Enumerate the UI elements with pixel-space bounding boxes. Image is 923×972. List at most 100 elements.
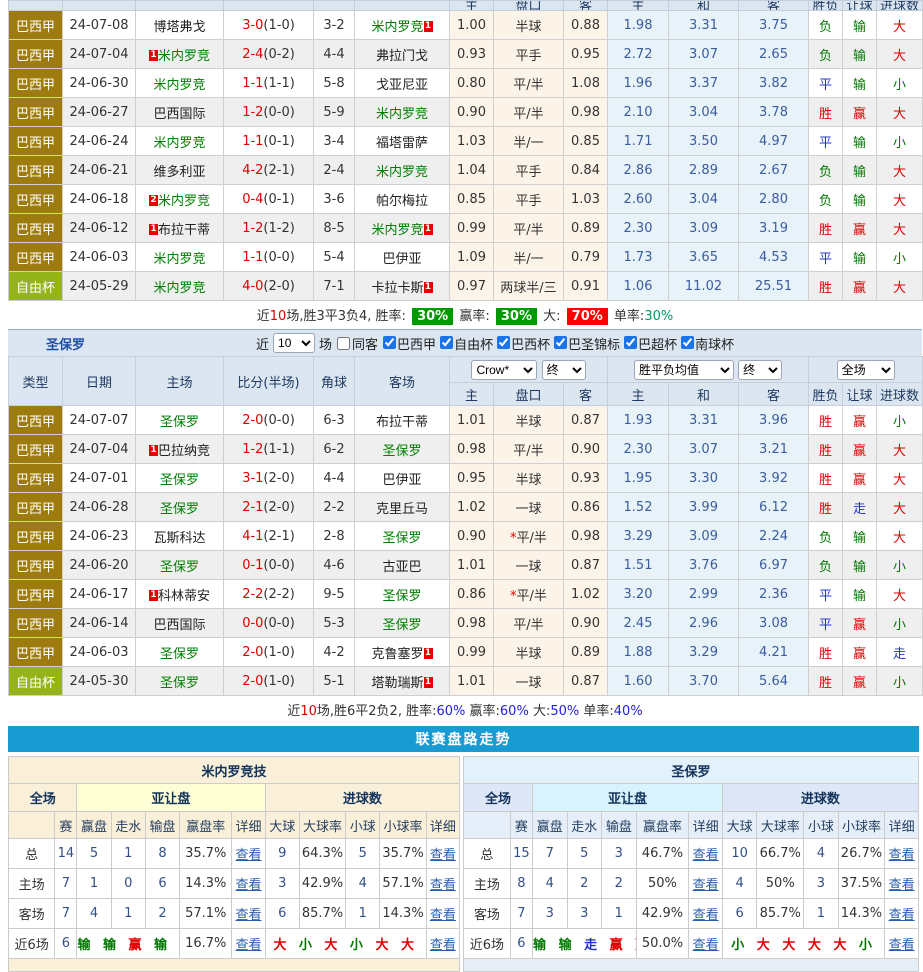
view-link[interactable]: 查看 xyxy=(236,938,262,953)
halftime-score: (0-0) xyxy=(263,104,295,120)
view-link[interactable]: 查看 xyxy=(889,848,915,863)
home-team-cell: 圣保罗 xyxy=(135,463,224,493)
trend-mark: 大 xyxy=(799,938,825,953)
ah-home-odds: 1.00 xyxy=(449,10,494,40)
result-handicap: 输 xyxy=(842,126,877,156)
result-wdl: 胜 xyxy=(808,97,843,127)
league-checkbox-巴西杯[interactable] xyxy=(497,335,511,349)
view-link[interactable]: 查看 xyxy=(693,938,719,953)
ah-away-odds: 0.90 xyxy=(562,608,609,638)
last6-goals-seq: 小 大 大 大 大 小 xyxy=(721,928,886,959)
score-cell: 0-4(0-1) xyxy=(223,184,314,214)
group-scope: 全场 xyxy=(7,783,78,812)
date-cell: 24-06-03 xyxy=(62,637,136,667)
halftime-score: (2-1) xyxy=(263,528,295,544)
star-mark: * xyxy=(510,588,517,604)
corners-cell: 3-4 xyxy=(313,126,355,156)
avg-stage-select[interactable]: 终 xyxy=(738,359,783,380)
view-link[interactable]: 查看 xyxy=(693,878,719,893)
clipped-header-cell: 客 xyxy=(738,0,809,11)
result-handicap: 赢 xyxy=(842,666,878,696)
ah-home-odds: 1.01 xyxy=(449,550,494,580)
fulltime-score: 0-0 xyxy=(242,615,264,631)
result-handicap: 输 xyxy=(842,184,877,214)
ah-home-odds: 0.99 xyxy=(449,213,494,243)
summary-text: 赢率: xyxy=(469,704,500,719)
away-team-cell: 米内罗竞 xyxy=(354,97,450,127)
eu-home-odds: 3.29 xyxy=(607,521,670,551)
fulltime-score: 2-0 xyxy=(242,673,264,689)
eu-draw-odds: 3.04 xyxy=(668,184,739,214)
league-type-cell: 巴西甲 xyxy=(8,155,63,185)
view-link[interactable]: 查看 xyxy=(693,908,719,923)
view-link[interactable]: 查看 xyxy=(236,848,262,863)
league-checkbox-巴超杯[interactable] xyxy=(624,335,638,349)
view-link[interactable]: 查看 xyxy=(889,938,915,953)
recent-count-select[interactable]: 10 xyxy=(273,333,316,353)
team-name: 博塔弗戈 xyxy=(153,19,206,35)
match-row: 巴西甲 24-07-04 1巴拉纳竞 1-2(1-1) 6-2 圣保罗 0.98 平/半 0.9… xyxy=(8,434,923,464)
red-card-badge: 1 xyxy=(148,223,158,235)
trend-mark: 大 xyxy=(773,938,800,953)
away-team-cell: 弗拉门戈 xyxy=(354,39,450,69)
scope-select[interactable]: 全场 xyxy=(836,359,895,380)
corners-cell: 4-6 xyxy=(313,550,355,580)
ah-home-odds: 1.04 xyxy=(449,155,494,185)
eu-draw-odds: 3.76 xyxy=(668,550,740,580)
ah-away-odds: 1.03 xyxy=(563,184,608,214)
result-wdl: 平 xyxy=(808,242,843,272)
stat-under_rate: 35.7% xyxy=(379,838,427,869)
team-name: 圣保罗 xyxy=(382,617,422,633)
ah-line: 半/一 xyxy=(493,126,564,156)
view-link[interactable]: 查看 xyxy=(236,908,262,923)
stat-lose: 3 xyxy=(601,838,637,869)
avg-odds-cell: 胜平负均值 终 xyxy=(607,356,810,383)
panel-team-title: 圣保罗 xyxy=(463,756,919,784)
stat-over_rate: 85.7% xyxy=(756,898,805,929)
summary-text: 近 xyxy=(287,704,301,719)
league-checkbox-巴西甲[interactable] xyxy=(383,335,397,349)
odds-source-select[interactable]: Crow* xyxy=(471,359,538,380)
col-res-goals: 进球数 xyxy=(876,382,923,406)
view-link[interactable]: 查看 xyxy=(889,878,915,893)
eu-away-odds: 3.96 xyxy=(738,405,810,435)
league-checkbox-label: 巴西杯 xyxy=(511,337,551,353)
date-cell: 24-06-23 xyxy=(62,521,136,551)
subheader-大球: 大球 xyxy=(264,811,300,839)
view-link[interactable]: 查看 xyxy=(430,908,456,923)
view-link[interactable]: 查看 xyxy=(889,908,915,923)
last6-goals-seq: 大 小 大 小 大 大 xyxy=(264,928,427,959)
page: 主盘口客主和客胜负 让球 进球数 巴西甲 24-07-08 博塔弗戈 3-0(1-0) 3-… xyxy=(0,0,923,972)
league-type-cell: 巴西甲 xyxy=(8,492,63,522)
stat-win_rate: 57.1% xyxy=(179,898,233,929)
view-link[interactable]: 查看 xyxy=(693,848,719,863)
group-asian-handicap: 亚让盘 xyxy=(532,783,723,812)
odds-stage-select[interactable]: 终 xyxy=(541,359,586,380)
summary-text: 大: xyxy=(543,309,561,324)
view-link[interactable]: 查看 xyxy=(430,938,456,953)
halftime-score: (1-0) xyxy=(263,17,295,33)
stat-win_rate: 35.7% xyxy=(179,838,233,869)
eu-home-odds: 1.52 xyxy=(607,492,670,522)
panel-data-row: 客场 7 3 3 1 42.9% 查看 6 85.7% 1 14.3% 查看 xyxy=(463,898,919,929)
view-link[interactable]: 查看 xyxy=(430,848,456,863)
view-link[interactable]: 查看 xyxy=(430,878,456,893)
league-checkbox-南球杯[interactable] xyxy=(681,335,695,349)
match-row: 巴西甲 24-07-08 博塔弗戈 3-0(1-0) 3-2 米内罗竞1 1.00 半球 0.8… xyxy=(8,10,923,40)
summary-text: 大: xyxy=(532,704,551,719)
score-cell: 4-1(2-1) xyxy=(223,521,314,551)
ah-away-odds: 0.86 xyxy=(562,492,609,522)
avg-odds-select[interactable]: 胜平负均值 xyxy=(633,359,734,380)
league-checkbox-自由杯[interactable] xyxy=(440,335,454,349)
team2-summary: 近10场,胜6平2负2, 胜率:60% 赢率:60% 大:50% 单率:40% xyxy=(8,696,922,724)
ah-away-odds: 0.85 xyxy=(563,126,608,156)
fulltime-score: 3-0 xyxy=(242,17,264,33)
league-checkbox-巴圣锦标[interactable] xyxy=(554,335,568,349)
result-handicap: 输 xyxy=(842,579,878,609)
view-detail-cell: 查看 xyxy=(688,898,723,929)
subheader-走水: 走水 xyxy=(566,811,603,839)
view-detail-cell: 查看 xyxy=(231,898,266,929)
halftime-score: (1-1) xyxy=(263,441,295,457)
same-venue-checkbox[interactable] xyxy=(337,336,351,350)
view-link[interactable]: 查看 xyxy=(236,878,262,893)
